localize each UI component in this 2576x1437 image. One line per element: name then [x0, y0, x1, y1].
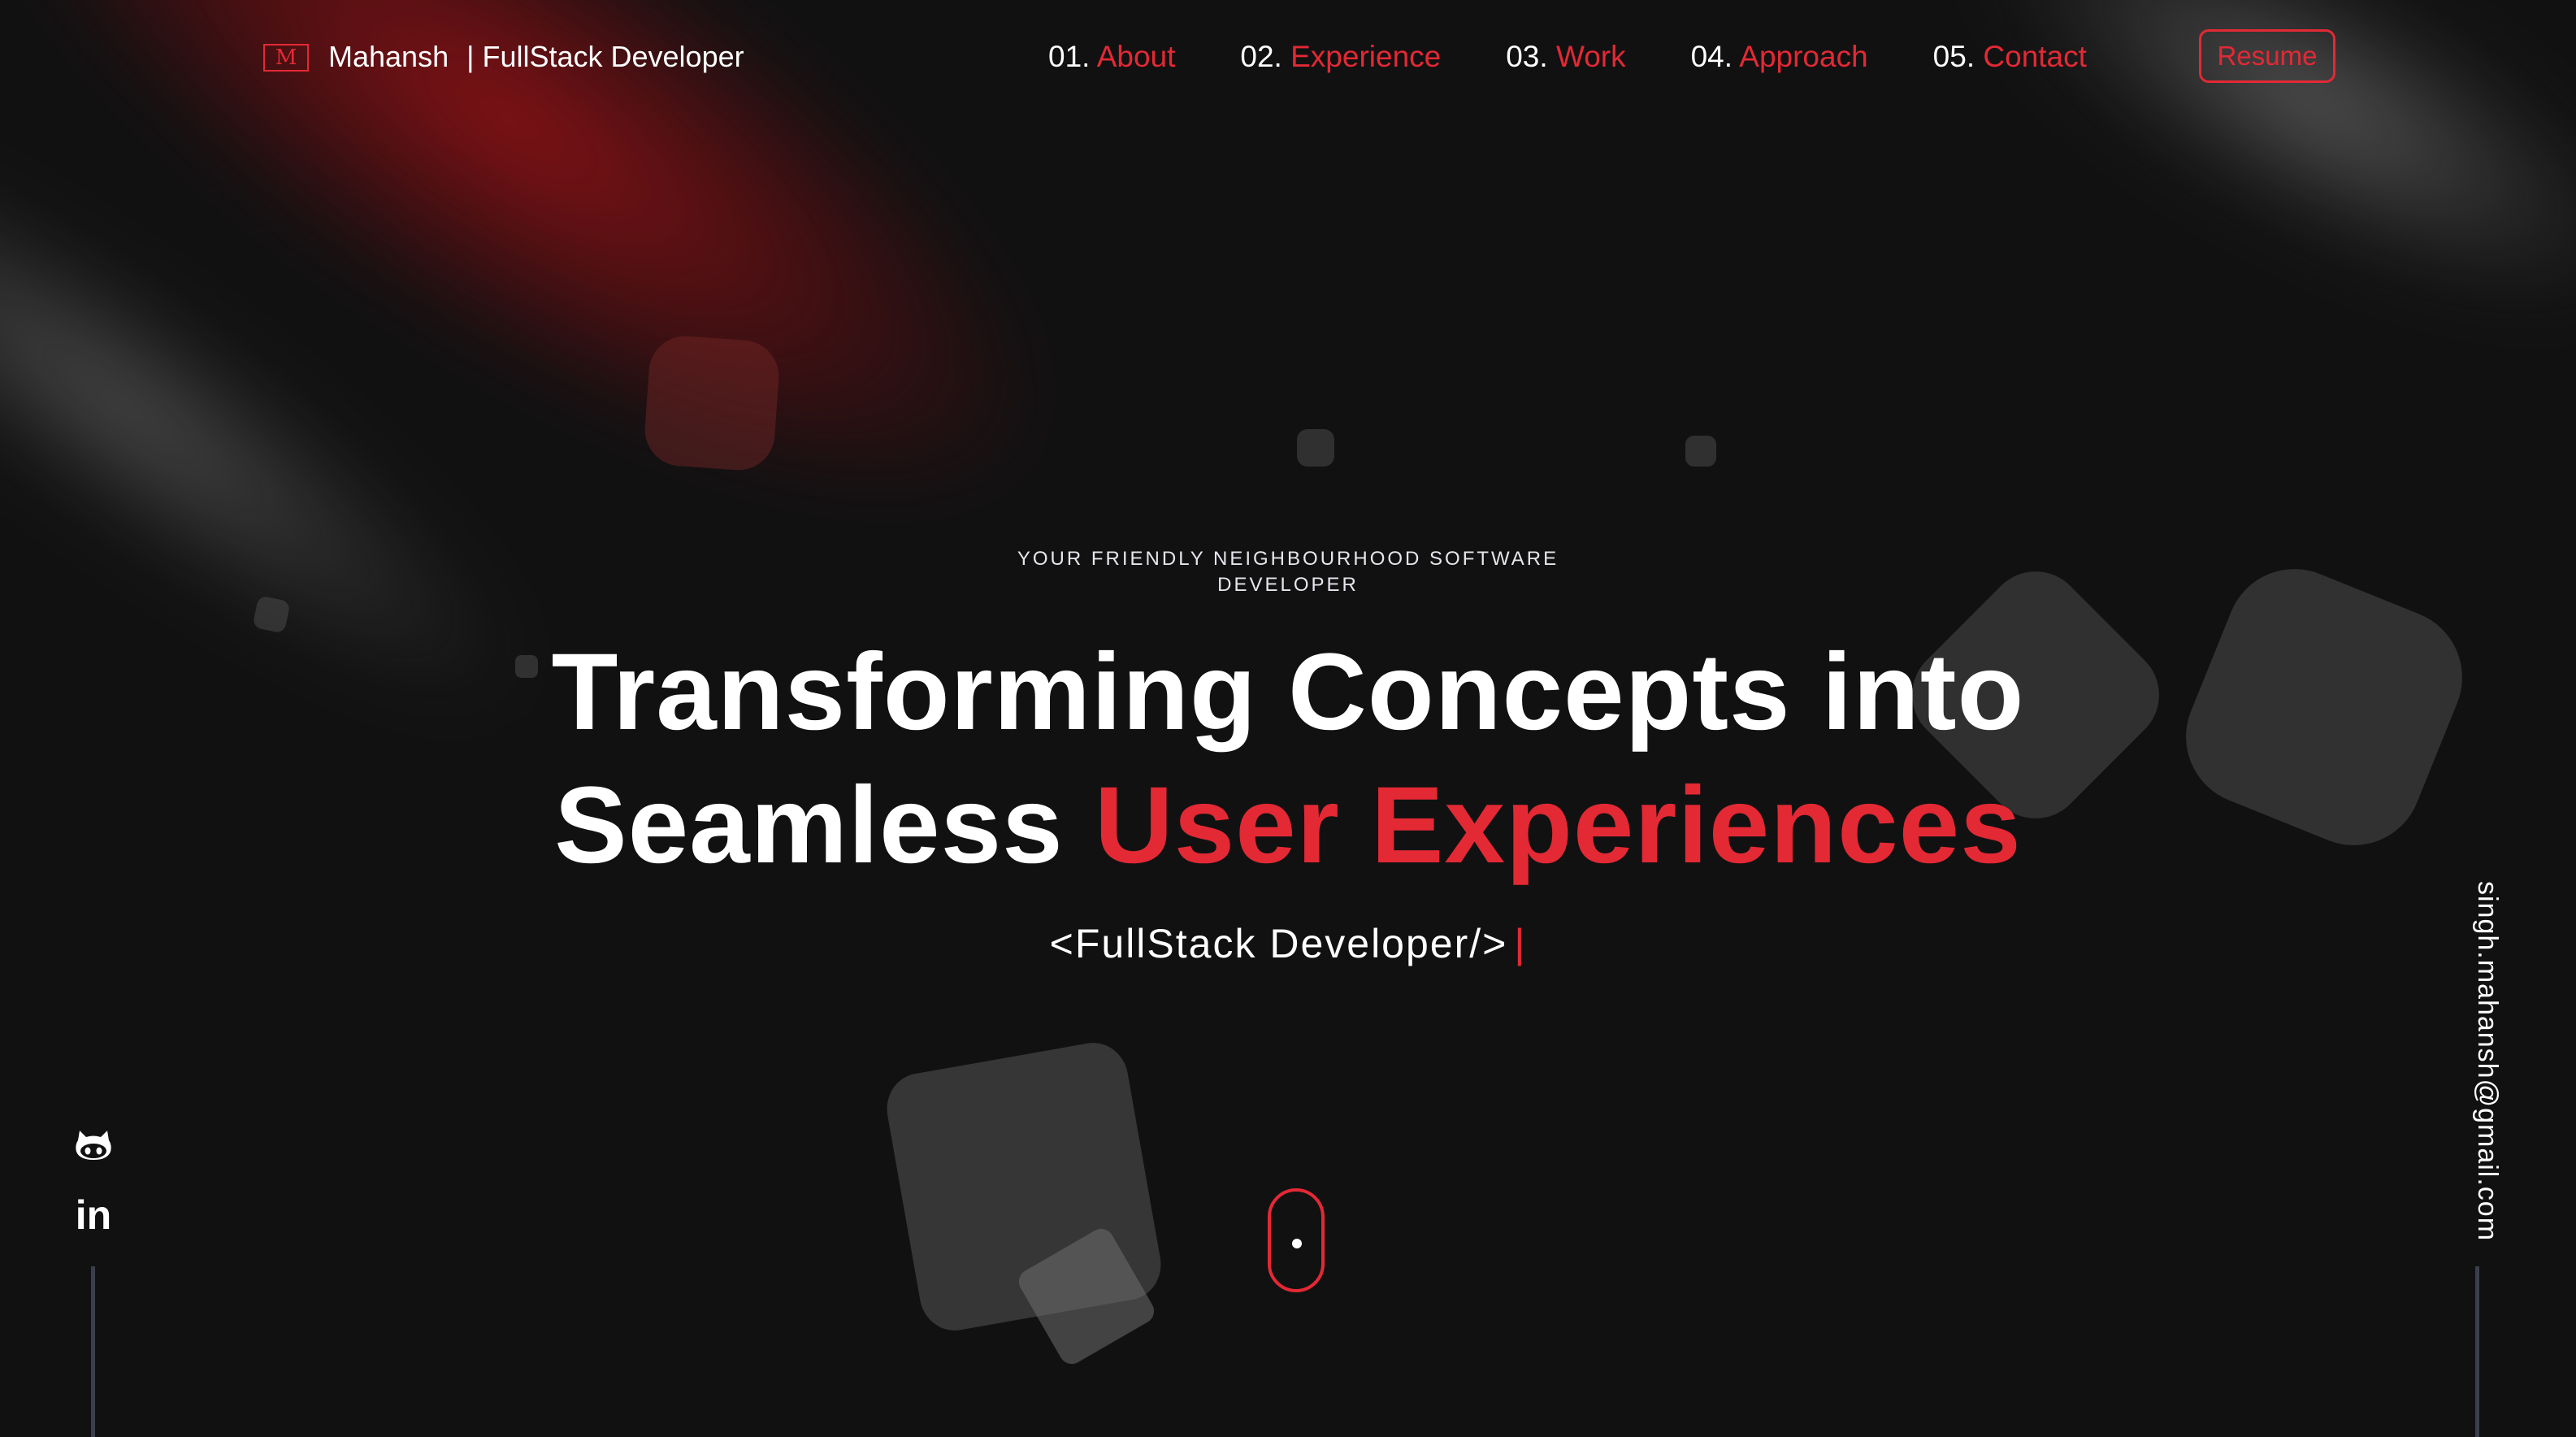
- decorative-shape: [252, 595, 291, 634]
- resume-button[interactable]: Resume: [2199, 29, 2335, 83]
- main-nav: 01. About 02. Experience 03. Work 04. Ap…: [1048, 36, 2087, 78]
- typing-cursor: |: [1514, 921, 1527, 966]
- decorative-shape: [1685, 436, 1716, 467]
- nav-label: Approach: [1739, 40, 1868, 73]
- nav-item-about[interactable]: 01. About: [1048, 36, 1175, 78]
- nav-item-work[interactable]: 03. Work: [1506, 36, 1625, 78]
- headline-line-2-accent: User Experiences: [1094, 765, 2022, 886]
- decorative-shape: [1297, 429, 1334, 467]
- site-header: M Mahansh | FullStack Developer 01. About…: [0, 0, 2576, 114]
- nav-label: Experience: [1290, 40, 1442, 73]
- nav-number: 01.: [1048, 40, 1091, 73]
- hero-eyebrow: YOUR FRIENDLY NEIGHBOURHOOD SOFTWARE DEV…: [1017, 548, 1559, 596]
- github-icon[interactable]: [73, 1125, 114, 1166]
- linkedin-icon[interactable]: in: [73, 1195, 114, 1235]
- headline-line-1: Transforming Concepts into: [551, 632, 2025, 753]
- decorative-shape: [642, 333, 782, 473]
- role-typewriter-text: <FullStack Developer/>: [1049, 921, 1508, 966]
- portfolio-page: M Mahansh | FullStack Developer 01. About…: [0, 0, 2576, 1437]
- nav-number: 02.: [1240, 40, 1282, 73]
- headline-line-2-plain: Seamless: [554, 765, 1095, 886]
- hero-subline: <FullStack Developer/> |: [963, 917, 1613, 970]
- nav-item-experience[interactable]: 02. Experience: [1240, 36, 1441, 78]
- mouse-scroll-icon[interactable]: [1268, 1188, 1325, 1292]
- nav-label: Work: [1555, 40, 1626, 73]
- scroll-wheel-dot: [1292, 1239, 1302, 1248]
- github-icon-glyph: [76, 1131, 111, 1160]
- left-rail-line: [91, 1266, 95, 1437]
- nav-number: 03.: [1506, 40, 1548, 73]
- nav-item-contact[interactable]: 05. Contact: [1933, 36, 2087, 78]
- brand[interactable]: Mahansh | FullStack Developer: [328, 36, 744, 78]
- nav-number: 05.: [1932, 40, 1975, 73]
- nav-item-approach[interactable]: 04. Approach: [1691, 36, 1868, 78]
- right-rail-line: [2475, 1266, 2479, 1437]
- brand-name: Mahansh: [328, 40, 449, 73]
- email-link[interactable]: singh.mahansh@gmail.com: [2454, 881, 2503, 1255]
- nav-label: Contact: [1983, 40, 2087, 73]
- logo[interactable]: M: [263, 44, 309, 72]
- brand-tagline: | FullStack Developer: [466, 40, 744, 73]
- hero-headline: Transforming Concepts into Seamless User…: [313, 626, 2263, 892]
- linkedin-icon-label: in: [75, 1192, 112, 1238]
- nav-label: About: [1096, 40, 1176, 73]
- nav-number: 04.: [1690, 40, 1733, 73]
